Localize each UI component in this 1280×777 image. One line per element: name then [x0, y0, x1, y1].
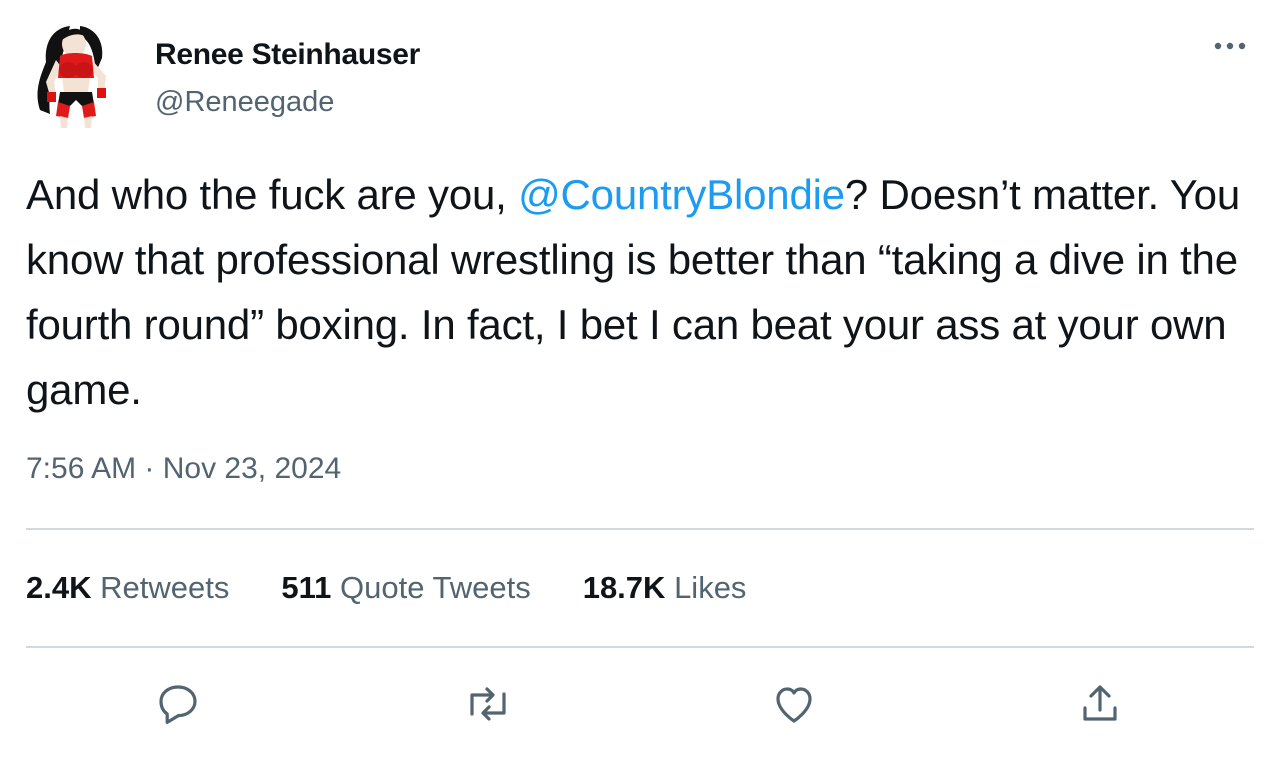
- share-button[interactable]: [1076, 680, 1124, 728]
- retweets-stat[interactable]: 2.4K Retweets: [26, 570, 229, 606]
- author-display-name[interactable]: Renee Steinhauser: [155, 38, 420, 72]
- share-icon: [1083, 685, 1117, 721]
- tweet-stats: 2.4K Retweets 511 Quote Tweets 18.7K Lik…: [26, 570, 798, 606]
- likes-count: 18.7K: [582, 570, 666, 605]
- retweet-icon: [470, 687, 506, 721]
- quote-tweets-label: Quote Tweets: [339, 570, 531, 605]
- tweet-text: And who the fuck are you, @CountryBlondi…: [26, 162, 1262, 422]
- retweets-label: Retweets: [100, 570, 230, 605]
- tweet-timestamp[interactable]: 7:56 AM · Nov 23, 2024: [26, 452, 341, 486]
- divider: [26, 646, 1254, 648]
- likes-stat[interactable]: 18.7K Likes: [583, 570, 747, 606]
- cartoon-wrestler-avatar-icon: [37, 26, 106, 128]
- retweet-button[interactable]: [464, 680, 512, 728]
- avatar[interactable]: [22, 22, 132, 132]
- retweets-count: 2.4K: [26, 570, 92, 605]
- quote-tweets-count: 511: [281, 570, 332, 605]
- more-options-button[interactable]: [1210, 34, 1250, 58]
- more-dots-icon: [1214, 42, 1246, 50]
- like-button[interactable]: [770, 680, 818, 728]
- divider: [26, 528, 1254, 530]
- mention-link[interactable]: @CountryBlondie: [518, 171, 845, 218]
- tweet-text-before: And who the fuck are you,: [26, 171, 519, 218]
- reply-button[interactable]: [154, 680, 202, 728]
- reply-icon: [159, 685, 197, 724]
- quote-tweets-stat[interactable]: 511 Quote Tweets: [281, 570, 530, 606]
- likes-label: Likes: [674, 570, 747, 605]
- heart-icon: [776, 687, 812, 723]
- author-handle[interactable]: @Reneegade: [155, 86, 334, 119]
